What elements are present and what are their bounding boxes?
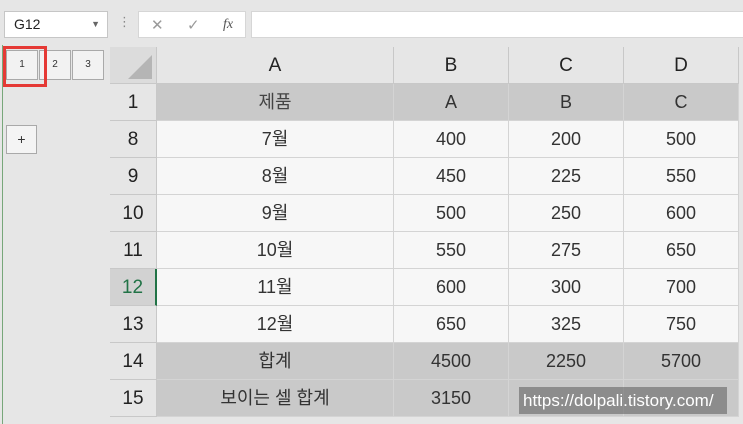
- cell-a11[interactable]: 10월: [157, 232, 394, 269]
- column-header-b[interactable]: B: [394, 47, 509, 84]
- outline-panel: [0, 45, 110, 424]
- row-header-8[interactable]: 8: [110, 121, 157, 158]
- cell-c9[interactable]: 225: [509, 158, 624, 195]
- cell-d10[interactable]: 600: [624, 195, 739, 232]
- cell-a9[interactable]: 8월: [157, 158, 394, 195]
- cell-c13[interactable]: 325: [509, 306, 624, 343]
- insert-function-icon[interactable]: fx: [223, 17, 233, 33]
- cell-c12[interactable]: 300: [509, 269, 624, 306]
- name-box[interactable]: G12 ▼: [4, 11, 108, 38]
- cell-a12[interactable]: 11월: [157, 269, 394, 306]
- cell-c14[interactable]: 2250: [509, 343, 624, 380]
- formula-bar: G12 ▼ ⋮ ✕ ✓ fx: [0, 0, 743, 45]
- row-header-1[interactable]: 1: [110, 84, 157, 121]
- outline-guide-line: [2, 45, 3, 424]
- row-header-15[interactable]: 15: [110, 380, 157, 417]
- cell-c11[interactable]: 275: [509, 232, 624, 269]
- enter-icon[interactable]: ✓: [187, 16, 200, 34]
- row-header-9[interactable]: 9: [110, 158, 157, 195]
- watermark-text: https://dolpali.tistory.com/: [519, 387, 727, 414]
- select-all-button[interactable]: [110, 47, 157, 84]
- row-header-11[interactable]: 11: [110, 232, 157, 269]
- row-header-12[interactable]: 12: [110, 269, 157, 306]
- column-header-c[interactable]: C: [509, 47, 624, 84]
- name-box-value: G12: [14, 16, 41, 32]
- cell-c8[interactable]: 200: [509, 121, 624, 158]
- select-all-icon: [128, 55, 152, 79]
- column-header-d[interactable]: D: [624, 47, 739, 84]
- cell-d14[interactable]: 5700: [624, 343, 739, 380]
- cell-b15[interactable]: 3150: [394, 380, 509, 417]
- cancel-icon[interactable]: ✕: [151, 16, 164, 34]
- cell-d8[interactable]: 500: [624, 121, 739, 158]
- column-header-a[interactable]: A: [157, 47, 394, 84]
- cell-b14[interactable]: 4500: [394, 343, 509, 380]
- formula-input[interactable]: [251, 11, 743, 38]
- cell-c1[interactable]: B: [509, 84, 624, 121]
- cell-d9[interactable]: 550: [624, 158, 739, 195]
- cell-a1[interactable]: 제품: [157, 84, 394, 121]
- cell-b10[interactable]: 500: [394, 195, 509, 232]
- cell-c10[interactable]: 250: [509, 195, 624, 232]
- outline-level-3-button[interactable]: 3: [72, 50, 104, 80]
- formula-buttons: ✕ ✓ fx: [138, 11, 246, 38]
- cell-a14[interactable]: 합계: [157, 343, 394, 380]
- cell-b12[interactable]: 600: [394, 269, 509, 306]
- cell-a8[interactable]: 7월: [157, 121, 394, 158]
- cell-d11[interactable]: 650: [624, 232, 739, 269]
- row-header-14[interactable]: 14: [110, 343, 157, 380]
- cell-a13[interactable]: 12월: [157, 306, 394, 343]
- cell-b11[interactable]: 550: [394, 232, 509, 269]
- cell-d1[interactable]: C: [624, 84, 739, 121]
- row-header-13[interactable]: 13: [110, 306, 157, 343]
- cell-d13[interactable]: 750: [624, 306, 739, 343]
- cell-b1[interactable]: A: [394, 84, 509, 121]
- chevron-down-icon[interactable]: ▼: [91, 12, 100, 37]
- more-options-icon[interactable]: ⋮: [118, 14, 131, 30]
- cell-b8[interactable]: 400: [394, 121, 509, 158]
- cell-d12[interactable]: 700: [624, 269, 739, 306]
- row-header-10[interactable]: 10: [110, 195, 157, 232]
- cell-a10[interactable]: 9월: [157, 195, 394, 232]
- highlight-box: [3, 46, 47, 87]
- cell-b9[interactable]: 450: [394, 158, 509, 195]
- cell-a15[interactable]: 보이는 셀 합계: [157, 380, 394, 417]
- cell-b13[interactable]: 650: [394, 306, 509, 343]
- expand-group-button[interactable]: +: [6, 125, 37, 154]
